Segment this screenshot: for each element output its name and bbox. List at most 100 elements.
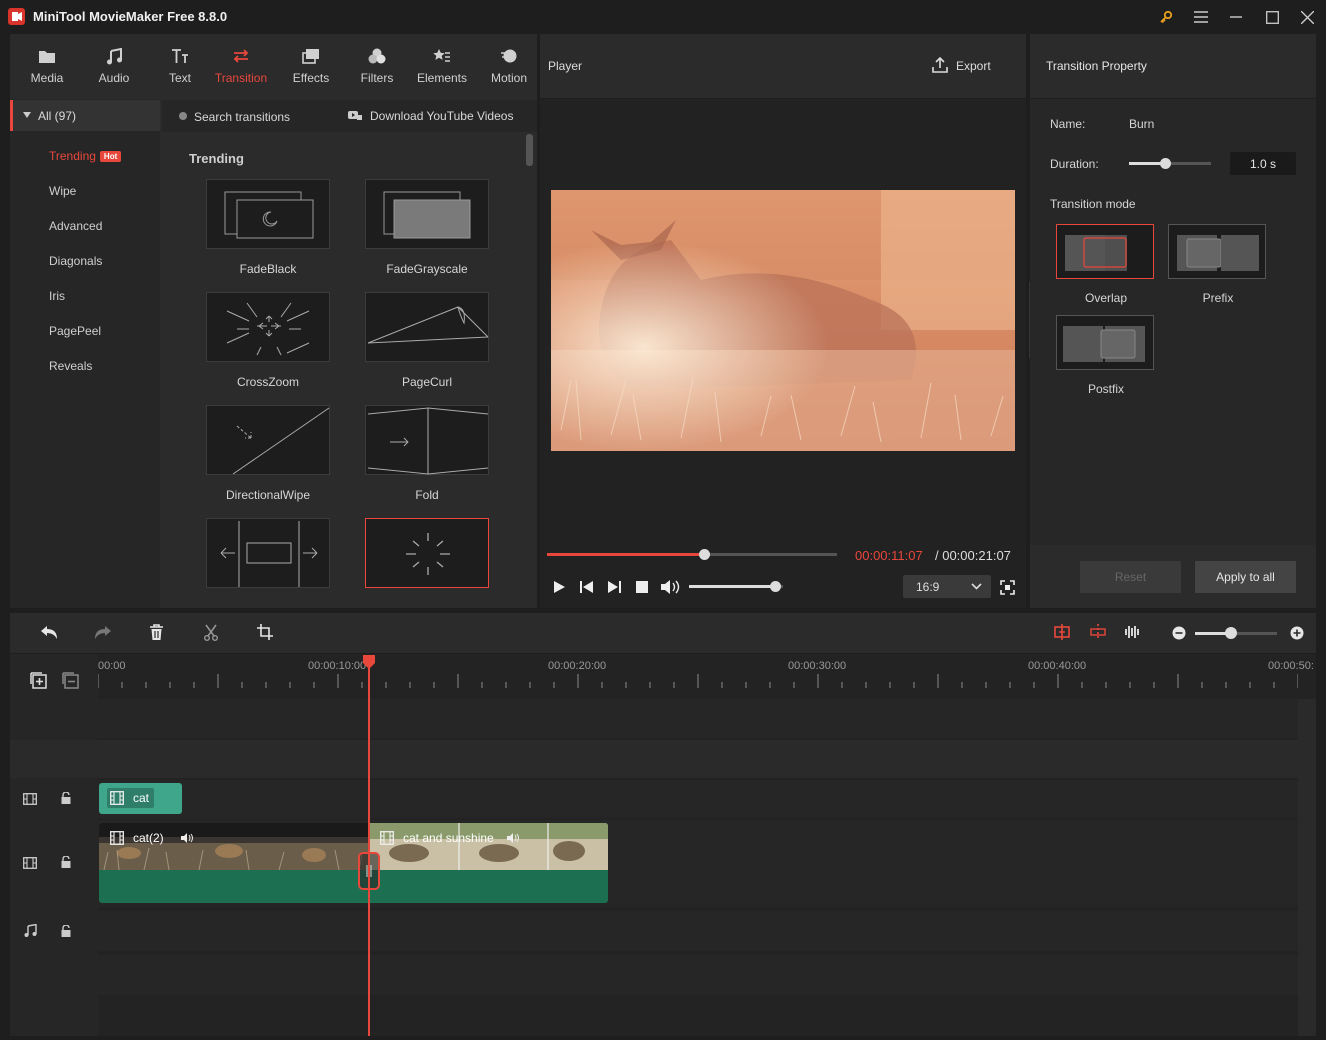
category-diagonals[interactable]: Diagonals [49, 254, 102, 268]
timeline-ruler[interactable]: 00:00 00:00:10:00 00:00:20:00 00:00:30:0… [98, 654, 1314, 694]
delete-button[interactable] [149, 624, 164, 641]
category-all[interactable]: All (97) [10, 100, 160, 131]
ruler-label: 00:00:30:00 [788, 660, 847, 672]
export-icon [932, 57, 948, 73]
lock-icon[interactable] [61, 925, 71, 937]
minimize-icon[interactable] [1224, 6, 1248, 28]
playhead-handle[interactable] [362, 655, 376, 669]
tab-transition[interactable]: Transition [208, 34, 274, 98]
filters-icon [367, 47, 387, 65]
lock-icon[interactable] [61, 792, 71, 804]
playback-progress-track[interactable] [547, 553, 837, 556]
volume-icon [661, 580, 680, 594]
fullscreen-button[interactable] [1000, 580, 1015, 595]
tab-filters[interactable]: Filters [344, 34, 410, 98]
category-pagepeel[interactable]: PagePeel [49, 324, 101, 338]
close-icon[interactable] [1295, 6, 1319, 28]
aspect-ratio-select[interactable]: 16:9 [903, 575, 991, 598]
category-iris[interactable]: Iris [49, 289, 65, 303]
zoom-out-button[interactable] [1172, 626, 1186, 640]
transition-burn[interactable] [365, 518, 489, 588]
category-advanced[interactable]: Advanced [49, 219, 102, 233]
stop-icon [636, 581, 648, 593]
mode-prefix[interactable] [1168, 224, 1266, 279]
search-input[interactable]: Search transitions [194, 110, 290, 124]
key-icon[interactable] [1154, 6, 1178, 28]
split-track-button[interactable] [1090, 624, 1106, 640]
video-clip-1-label: cat(2) [133, 831, 164, 845]
empty-track-3[interactable] [10, 955, 1298, 995]
crop-button[interactable] [257, 624, 273, 640]
tab-audio[interactable]: Audio [81, 34, 147, 98]
volume-button[interactable] [660, 579, 680, 595]
maximize-icon[interactable] [1260, 6, 1284, 28]
duration-input[interactable]: 1.0 s [1230, 152, 1296, 175]
speaker-icon [507, 833, 519, 843]
transition-fold[interactable] [365, 405, 489, 475]
crosszoom-icon [226, 302, 310, 356]
video-clip-cat2[interactable]: cat(2) [99, 823, 369, 903]
zoom-slider-knob[interactable] [1225, 627, 1237, 639]
export-button[interactable]: Export [930, 56, 1000, 76]
next-frame-button[interactable] [607, 580, 621, 594]
category-all-label: All (97) [38, 109, 77, 123]
video-clip-cat-and-sunshine[interactable]: cat and sunshine [369, 823, 608, 903]
tab-text[interactable]: Text [147, 34, 213, 98]
transition-crosszoom[interactable] [206, 292, 330, 362]
volume-slider-knob[interactable] [769, 581, 781, 592]
playback-progress-knob[interactable] [698, 549, 710, 560]
tab-effects[interactable]: Effects [278, 34, 344, 98]
tab-elements[interactable]: Elements [409, 34, 475, 98]
category-wipe[interactable]: Wipe [49, 184, 76, 198]
clip-title-chip: cat [107, 788, 154, 808]
empty-track-2[interactable] [10, 740, 1316, 778]
apply-to-all-button[interactable]: Apply to all [1195, 561, 1296, 593]
pagecurl-icon [367, 306, 489, 344]
motion-icon [499, 47, 519, 65]
empty-track-1[interactable] [98, 699, 1298, 738]
scrollbar-thumb[interactable] [526, 134, 533, 166]
add-track-button[interactable] [30, 672, 47, 689]
transition-pagecurl[interactable] [365, 292, 489, 362]
menu-icon[interactable] [1189, 6, 1213, 28]
player-header: Player Export [540, 34, 1026, 98]
transition-fadegrayscale[interactable] [365, 179, 489, 249]
video-preview[interactable] [551, 190, 1015, 451]
remove-track-button[interactable] [62, 672, 79, 689]
previous-frame-button[interactable] [580, 580, 594, 594]
ruler-label: 00:00:20:00 [548, 660, 607, 672]
tab-motion-label: Motion [490, 71, 528, 85]
transition-directionalwipe[interactable] [206, 405, 330, 475]
lock-icon[interactable] [61, 856, 71, 868]
play-button[interactable] [552, 580, 566, 594]
transition-split[interactable] [206, 518, 330, 588]
zoom-in-button[interactable] [1290, 626, 1304, 640]
category-reveals[interactable]: Reveals [49, 359, 92, 373]
category-trending[interactable]: Trending Hot [49, 149, 122, 163]
clip-title-chip: cat and sunshine [377, 828, 527, 848]
split-button[interactable] [203, 624, 219, 641]
main-toolbar: Media Audio Text Transition Effects Filt… [10, 34, 537, 98]
transition-fadegrayscale-label: FadeGrayscale [386, 262, 468, 276]
stop-button[interactable] [635, 580, 649, 594]
mode-postfix[interactable] [1056, 315, 1154, 370]
hot-badge: Hot [99, 151, 122, 162]
overlay-clip-cat[interactable]: cat [99, 783, 182, 814]
crop-icon [257, 624, 273, 640]
film-icon [110, 831, 124, 845]
volume-slider-track[interactable] [689, 585, 783, 588]
duration-slider-knob[interactable] [1160, 158, 1171, 169]
transition-fadeblack[interactable] [206, 179, 330, 249]
snap-button[interactable] [1054, 624, 1070, 640]
undo-button[interactable] [40, 625, 58, 640]
transition-mode-label: Transition mode [1050, 197, 1136, 211]
tab-media[interactable]: Media [14, 34, 80, 98]
audio-detach-button[interactable] [1124, 624, 1140, 640]
download-youtube-link[interactable]: Download YouTube Videos [370, 109, 513, 123]
reset-button[interactable]: Reset [1080, 561, 1181, 593]
redo-button[interactable] [94, 625, 112, 640]
mode-overlap[interactable] [1056, 224, 1154, 279]
playhead-line[interactable] [368, 655, 370, 1036]
tab-motion[interactable]: Motion [476, 34, 542, 98]
timeline-scrollbar[interactable] [1298, 699, 1316, 1036]
